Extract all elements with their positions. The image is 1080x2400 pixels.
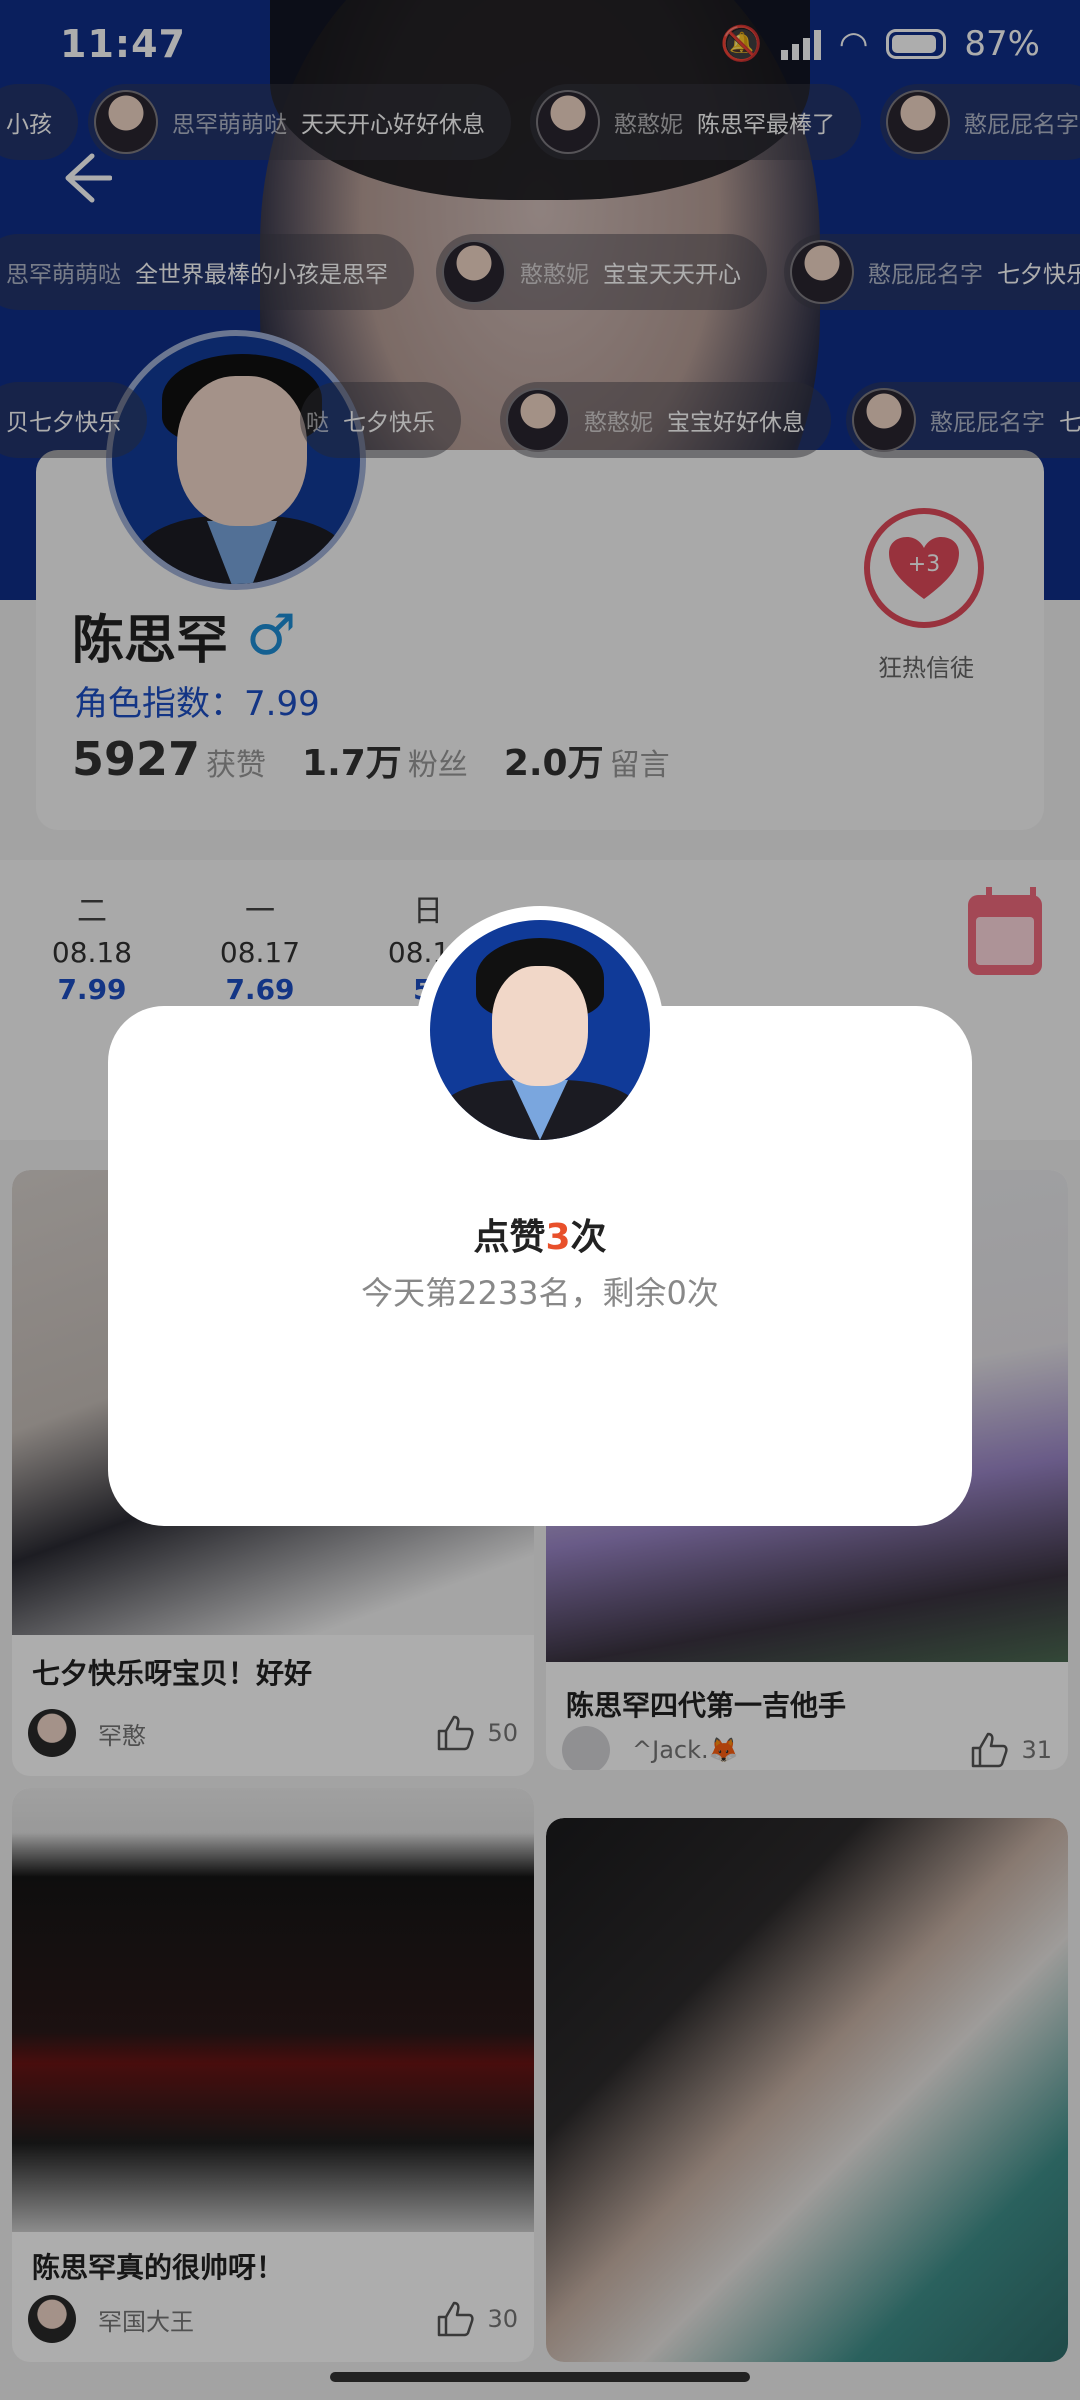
dialog-title-suffix: 次 [570, 1217, 607, 1258]
dialog-avatar [416, 906, 664, 1154]
like-count-highlight: 3 [545, 1217, 571, 1258]
dialog-title-prefix: 点赞 [473, 1217, 546, 1258]
dialog-subtitle: 今天第2233名，剩余0次 [361, 1274, 719, 1312]
home-indicator[interactable] [330, 2372, 750, 2382]
dialog-title: 点赞3次 [108, 1208, 972, 1260]
